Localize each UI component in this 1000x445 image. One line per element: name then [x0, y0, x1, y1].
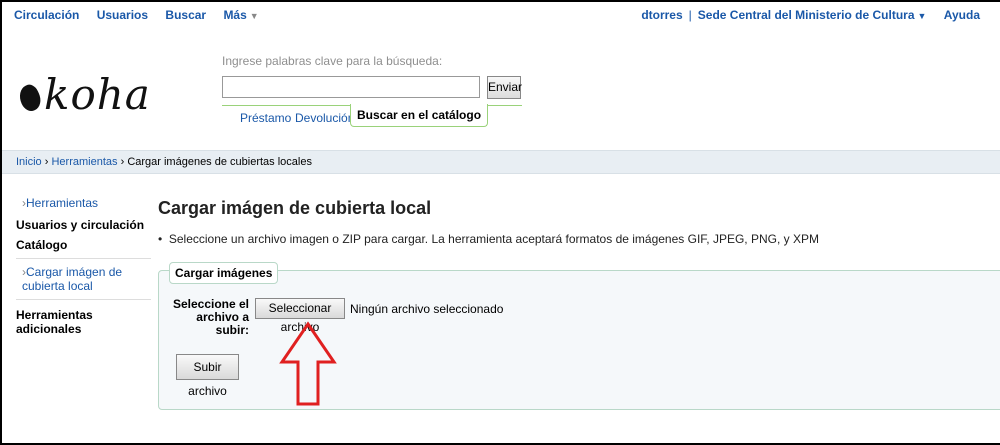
- logo-text: koha: [44, 70, 151, 119]
- nav-buscar[interactable]: Buscar: [165, 8, 206, 22]
- search-submit-button[interactable]: Enviar: [487, 76, 522, 99]
- sidebar-item-cargar-imagen[interactable]: Cargar imágen de cubierta local: [16, 265, 151, 293]
- nav-mas[interactable]: Más ▼: [223, 8, 258, 22]
- sidebar-heading-herramientas-adicionales: Herramientas adicionales: [16, 308, 93, 336]
- nav-mas-label: Más: [223, 8, 247, 22]
- breadcrumb: Inicio › Herramientas › Cargar imágenes …: [2, 150, 1000, 174]
- logo-drop-icon: [15, 81, 45, 115]
- breadcrumb-herramientas[interactable]: Herramientas: [51, 156, 117, 168]
- intro-text-content: Seleccione un archivo imagen o ZIP para …: [168, 232, 819, 246]
- tab-prestamo[interactable]: Préstamo: [240, 111, 291, 125]
- search-tabs: Préstamo Devolución Buscar en el catálog…: [222, 104, 522, 131]
- arrow-up-icon: [279, 321, 337, 406]
- search-input[interactable]: [222, 76, 480, 98]
- branch-selector[interactable]: Sede Central del Ministerio de Cultura ▼: [698, 8, 927, 22]
- sidebar: Herramientas Usuarios y circulación Catá…: [16, 196, 151, 336]
- tab-devolucion[interactable]: Devolución: [295, 111, 354, 125]
- tab-buscar-catalogo[interactable]: Buscar en el catálogo: [350, 104, 489, 127]
- koha-logo[interactable]: koha: [15, 70, 151, 119]
- sidebar-item-herramientas[interactable]: Herramientas: [16, 196, 151, 210]
- sidebar-divider: [16, 258, 151, 259]
- top-navigation: Circulación Usuarios Buscar Más ▼ dtorres…: [14, 8, 980, 28]
- branch-name: Sede Central del Ministerio de Cultura: [697, 8, 915, 22]
- file-label: Seleccione el archivo a subir:: [172, 297, 249, 337]
- search-label: Ingrese palabras clave para la búsqueda:: [222, 54, 443, 68]
- separator: |: [688, 8, 692, 22]
- file-status: Ningún archivo seleccionado: [350, 302, 504, 316]
- sidebar-heading-catalogo: Catálogo: [16, 238, 68, 252]
- nav-circulacion[interactable]: Circulación: [14, 8, 79, 22]
- sidebar-divider: [16, 299, 151, 300]
- sidebar-heading-usuarios: Usuarios y circulación: [16, 218, 145, 232]
- breadcrumb-inicio[interactable]: Inicio: [16, 156, 42, 168]
- breadcrumb-separator: ›: [120, 156, 125, 168]
- nav-usuarios[interactable]: Usuarios: [97, 8, 148, 22]
- intro-text: • Seleccione un archivo imagen o ZIP par…: [158, 232, 819, 246]
- breadcrumb-separator: ›: [44, 156, 49, 168]
- upload-submit-button[interactable]: Subir archivo: [176, 354, 239, 398]
- fieldset-legend: Cargar imágenes: [169, 262, 279, 284]
- user-name[interactable]: dtorres: [641, 8, 682, 22]
- breadcrumb-current: Cargar imágenes de cubiertas locales: [127, 156, 312, 168]
- page-title: Cargar imágen de cubierta local: [158, 198, 432, 218]
- chevron-down-icon: ▼: [249, 11, 259, 21]
- user-area: dtorres | Sede Central del Ministerio de C…: [641, 8, 980, 22]
- chevron-down-icon: ▼: [917, 11, 927, 21]
- select-file-button[interactable]: Seleccionar archivo: [255, 298, 345, 334]
- help-link[interactable]: Ayuda: [944, 8, 980, 22]
